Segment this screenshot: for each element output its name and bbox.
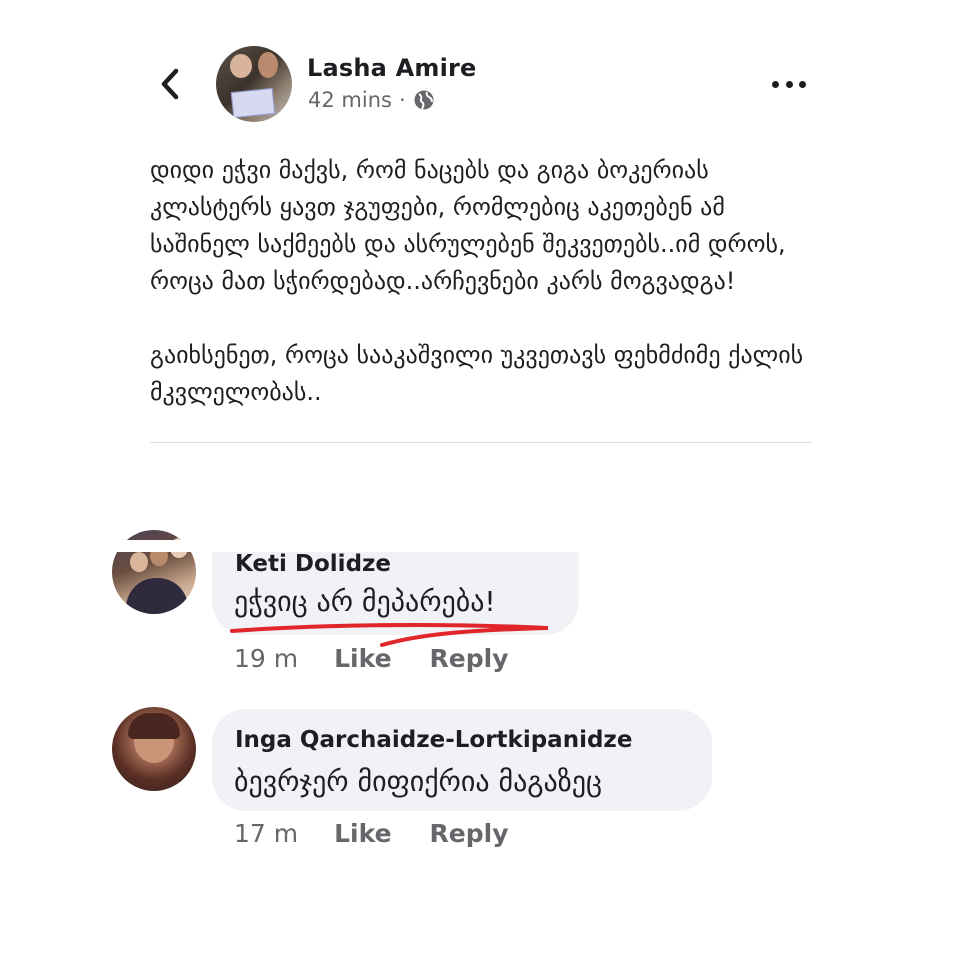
author-name[interactable]: Lasha Amire (307, 54, 477, 82)
post-paragraph: დიდი ეჭვი მაქვს, რომ ნაცებს და გიგა ბოკე… (150, 156, 786, 295)
comment-time: 19 m (234, 644, 299, 673)
more-dot (785, 80, 793, 88)
post-paragraph: გაიხსენეთ, როცა სააკაშვილი უკვეთავს ფეხმ… (150, 341, 804, 406)
comment-time: 17 m (234, 819, 299, 848)
comment-actions: 19 m Like Reply (234, 644, 547, 673)
comment-bubble: Keti Dolidze ეჭვიც არ მეპარება! (212, 545, 579, 635)
comment-bubble: Inga Qarchaidze-Lortkipanidze ბევრჯერ მი… (212, 709, 712, 811)
post-time[interactable]: 42 mins (308, 88, 392, 112)
reply-button[interactable]: Reply (430, 819, 509, 848)
reply-button[interactable]: Reply (430, 644, 509, 673)
post-body: დიდი ეჭვი მაქვს, რომ ნაცებს და გიგა ბოკე… (150, 152, 820, 411)
more-dot (772, 80, 779, 88)
avatar-person-2 (258, 52, 278, 78)
like-button[interactable]: Like (334, 819, 391, 848)
post-divider (150, 442, 812, 443)
commenter-name[interactable]: Keti Dolidze (235, 551, 391, 577)
comment-actions: 17 m Like Reply (234, 819, 547, 848)
avatar-sign (230, 87, 276, 119)
post-meta: 42 mins · (308, 88, 435, 112)
commenter-avatar[interactable] (112, 707, 196, 791)
globe-icon[interactable] (413, 89, 435, 111)
meta-separator: · (398, 88, 406, 112)
like-button[interactable]: Like (334, 644, 391, 673)
comment-text: ბევრჯერ მიფიქრია მაგაზეც (234, 765, 603, 798)
chevron-left-icon (161, 68, 179, 100)
back-button[interactable] (150, 62, 190, 106)
avatar-person-1 (230, 54, 252, 78)
crop-mask (100, 540, 600, 552)
post-header: Lasha Amire 42 mins · (0, 0, 960, 150)
more-options-button[interactable] (772, 70, 806, 98)
author-avatar[interactable] (216, 46, 292, 122)
commenter-name[interactable]: Inga Qarchaidze-Lortkipanidze (235, 727, 632, 753)
comment-text: ეჭვიც არ მეპარება! (234, 585, 496, 618)
more-dot (799, 80, 806, 88)
